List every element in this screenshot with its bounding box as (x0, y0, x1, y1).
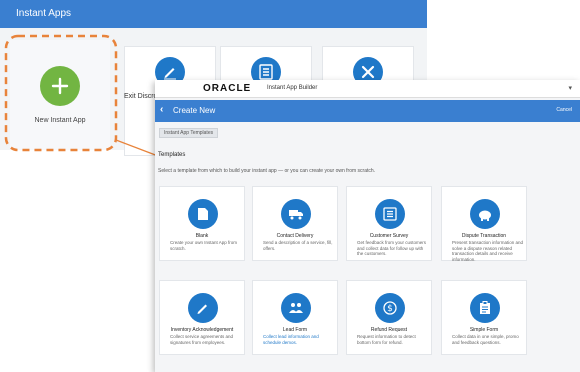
user-menu-icon[interactable]: ▾ (568, 84, 572, 92)
highlight-outline (4, 34, 118, 152)
document-icon (188, 199, 218, 229)
cancel-button[interactable]: Cancel (556, 107, 572, 113)
app-card-label: Exit Discro (124, 93, 158, 100)
template-description: Collect service agreements and signature… (170, 334, 234, 345)
truck-icon (281, 199, 311, 229)
template-title: Dispute Transaction (461, 233, 507, 239)
template-title: Blank (195, 233, 209, 239)
template-card-inventory-acknowledgement[interactable]: Inventory Acknowledgement Collect servic… (159, 280, 245, 355)
template-card-dispute-transaction[interactable]: Dispute Transaction Present transaction … (441, 186, 527, 262)
template-title: Inventory Acknowledgement (170, 327, 234, 333)
template-title: Simple Form (469, 327, 499, 333)
template-description: Collect data in one simple, promo and fe… (452, 334, 519, 345)
clipboard-icon (470, 293, 500, 323)
breadcrumb[interactable]: Instant App Templates (159, 128, 219, 138)
instant-apps-header: Instant Apps (0, 0, 427, 28)
svg-text:$: $ (387, 304, 393, 314)
list-icon (375, 199, 405, 229)
template-card-customer-survey[interactable]: Customer Survey Get feedback from your c… (346, 186, 432, 261)
people-icon (281, 293, 311, 323)
piggy-bank-icon (470, 199, 500, 229)
template-description: Present transaction information and solv… (452, 240, 524, 262)
template-description: Send a description of a service, fill, o… (263, 240, 333, 251)
page-title: Create New (173, 106, 216, 115)
product-name: Instant App Builder (267, 85, 318, 91)
templates-description: Select a template from which to build yo… (158, 168, 376, 174)
instant-app-builder-window: ORACLE Instant App Builder ▾ ‹ Create Ne… (155, 80, 580, 372)
back-icon[interactable]: ‹ (160, 104, 163, 115)
template-description: Get feedback from your customers and col… (357, 240, 427, 256)
template-title: Refund Request (370, 327, 408, 333)
template-description: Create your own Instant App from scratch… (170, 240, 238, 251)
brand-bar: ORACLE Instant App Builder ▾ (155, 80, 580, 98)
instant-apps-title: Instant Apps (16, 8, 72, 19)
templates-heading: Templates (158, 152, 186, 158)
dollar-icon: $ (375, 293, 405, 323)
template-card-simple-form[interactable]: Simple Form Collect data in one simple, … (441, 280, 527, 355)
template-card-blank[interactable]: Blank Create your own Instant App from s… (159, 186, 245, 261)
template-description: Request information to detect bottom for… (357, 334, 416, 345)
template-title: Contact Delivery (276, 233, 314, 239)
oracle-logo: ORACLE (203, 83, 252, 94)
pen-icon (188, 293, 218, 323)
builder-header: ‹ Create New Cancel (155, 100, 580, 122)
template-card-refund-request[interactable]: $ Refund Request Request information to … (346, 280, 432, 355)
template-title: Lead Form (282, 327, 308, 333)
template-description: Collect lead information and schedule de… (263, 334, 319, 345)
template-card-contact-delivery[interactable]: Contact Delivery Send a description of a… (252, 186, 338, 261)
template-title: Customer Survey (369, 233, 409, 239)
template-card-lead-form[interactable]: Lead Form Collect lead information and s… (252, 280, 338, 355)
